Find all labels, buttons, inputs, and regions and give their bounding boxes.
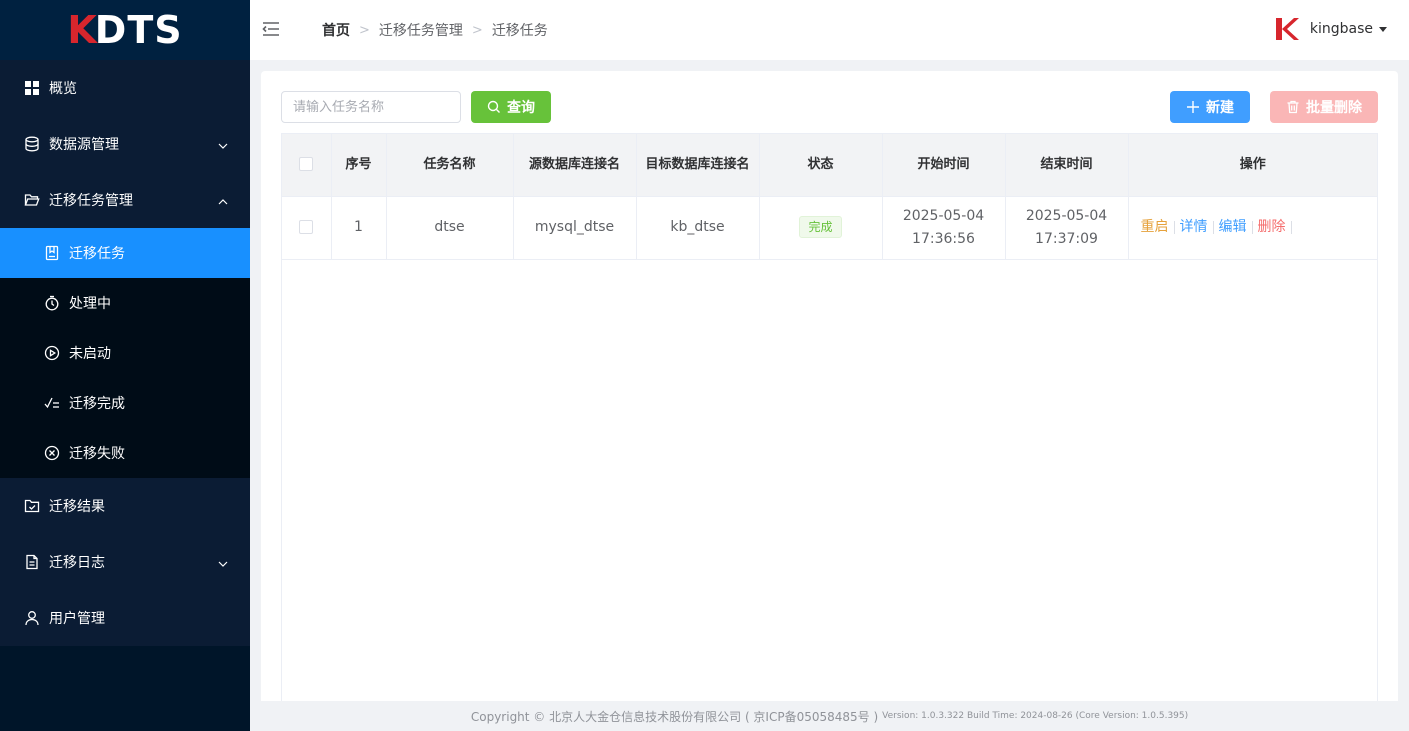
column-header: 序号 <box>331 134 387 197</box>
search-button[interactable]: 查询 <box>471 91 551 123</box>
action-divider <box>1173 220 1175 234</box>
breadcrumb-separator-icon: > <box>471 22 483 38</box>
table-row: 1 dtse mysql_dtse kb_dtse 完成 2025-05-04 … <box>282 196 1377 260</box>
task-table: 序号 任务名称 源数据库连接名 目标数据库连接名 状态 开始时间 结束时间 操作… <box>281 133 1378 731</box>
x-circle-icon <box>44 445 60 461</box>
sidebar-menu: 概览 数据源管理 迁移任务管理 迁移任务 处理中 未启动 迁移完成 迁移失败 迁… <box>0 60 250 646</box>
edit-link[interactable]: 编辑 <box>1219 219 1247 235</box>
logo-k: K <box>67 8 96 52</box>
sidebar-subitem-label: 未启动 <box>69 346 111 362</box>
sidebar-item-label: 数据源管理 <box>49 137 119 153</box>
sidebar-item-label: 迁移结果 <box>49 499 105 515</box>
sidebar-subitem-label: 迁移失败 <box>69 446 125 462</box>
version-text: Version: 1.0.3.322 Build Time: 2024-08-2… <box>882 711 1189 721</box>
cell-target-connection: kb_dtse <box>636 196 760 260</box>
check-list-icon <box>44 395 60 411</box>
content-card: 查询 新建 批量删除 序号 任务名称 源数据库连接名 目标数据库连 <box>261 71 1398 731</box>
caret-down-icon <box>1379 26 1387 32</box>
cell-start-time: 2025-05-04 17:36:56 <box>882 196 1006 260</box>
column-header: 状态 <box>759 134 883 197</box>
column-header: 任务名称 <box>386 134 514 197</box>
sidebar-item-datasource[interactable]: 数据源管理 <box>0 116 250 172</box>
database-icon <box>24 136 40 152</box>
sidebar-item-label: 迁移日志 <box>49 555 105 571</box>
sidebar-subitem-label: 迁移完成 <box>69 396 125 412</box>
grid-icon <box>24 80 40 96</box>
sidebar-subitem-failed[interactable]: 迁移失败 <box>0 428 250 478</box>
sidebar-item-users[interactable]: 用户管理 <box>0 590 250 646</box>
cell-index: 1 <box>331 196 387 260</box>
cell-actions: 重启 详情 编辑 删除 <box>1128 196 1377 260</box>
menu-fold-icon[interactable] <box>262 20 280 38</box>
delete-link[interactable]: 删除 <box>1258 219 1286 235</box>
search-icon <box>487 100 501 114</box>
column-header: 结束时间 <box>1005 134 1129 197</box>
user-menu[interactable]: kingbase <box>1272 15 1387 43</box>
cell-end-time: 2025-05-04 17:37:09 <box>1005 196 1129 260</box>
kingbase-logo-icon <box>1272 15 1300 43</box>
logo-text: DTS <box>94 8 183 52</box>
cell-source-connection: mysql_dtse <box>513 196 637 260</box>
plus-icon <box>1186 100 1200 114</box>
footer: Copyright © 北京人大金仓信息技术股份有限公司 ( 京ICP备0505… <box>250 701 1409 731</box>
sidebar: K DTS 概览 数据源管理 迁移任务管理 迁移任务 处理中 未启动 迁移完成 … <box>0 0 250 731</box>
breadcrumb-current: 迁移任务 <box>491 23 548 39</box>
sidebar-subitem-processing[interactable]: 处理中 <box>0 278 250 328</box>
new-button-label: 新建 <box>1206 100 1234 116</box>
app-logo[interactable]: K DTS <box>0 0 250 60</box>
action-divider <box>1212 220 1214 234</box>
select-all-cell <box>282 134 332 197</box>
breadcrumb-home[interactable]: 首页 <box>322 20 350 40</box>
batch-delete-button[interactable]: 批量删除 <box>1270 91 1378 123</box>
user-icon <box>24 610 40 626</box>
row-checkbox[interactable] <box>299 220 314 234</box>
play-circle-icon <box>44 345 60 361</box>
restart-link[interactable]: 重启 <box>1141 219 1169 235</box>
folder-check-icon <box>24 498 40 514</box>
table-header-row: 序号 任务名称 源数据库连接名 目标数据库连接名 状态 开始时间 结束时间 操作 <box>282 134 1377 197</box>
row-select-cell <box>282 196 332 260</box>
sidebar-subitem-not-started[interactable]: 未启动 <box>0 328 250 378</box>
sidebar-subitem-completed[interactable]: 迁移完成 <box>0 378 250 428</box>
folder-open-icon <box>24 192 40 208</box>
top-header: 首页 > 迁移任务管理 > 迁移任务 kingbase <box>250 0 1409 60</box>
chevron-up-icon <box>218 195 228 205</box>
sidebar-item-task-management[interactable]: 迁移任务管理 <box>0 172 250 228</box>
breadcrumb: 首页 > 迁移任务管理 > 迁移任务 <box>322 20 548 40</box>
detail-link[interactable]: 详情 <box>1180 219 1208 235</box>
document-icon <box>24 554 40 570</box>
sidebar-subitem-migration-task[interactable]: 迁移任务 <box>0 228 250 278</box>
breadcrumb-task-management[interactable]: 迁移任务管理 <box>379 20 463 40</box>
sidebar-item-results[interactable]: 迁移结果 <box>0 478 250 534</box>
column-header: 操作 <box>1128 134 1377 197</box>
username: kingbase <box>1309 21 1373 37</box>
status-badge: 完成 <box>799 216 842 238</box>
column-header: 开始时间 <box>882 134 1006 197</box>
new-task-button[interactable]: 新建 <box>1170 91 1250 123</box>
sidebar-item-overview[interactable]: 概览 <box>0 60 250 116</box>
cell-status: 完成 <box>759 196 883 260</box>
copyright-text: Copyright © 北京人大金仓信息技术股份有限公司 ( 京ICP备0505… <box>470 709 879 724</box>
chevron-down-icon <box>218 139 228 149</box>
breadcrumb-separator-icon: > <box>359 22 370 38</box>
sidebar-item-label: 用户管理 <box>49 611 105 627</box>
sidebar-item-label: 概览 <box>49 81 77 97</box>
action-divider <box>1290 220 1292 234</box>
sidebar-item-logs[interactable]: 迁移日志 <box>0 534 250 590</box>
column-header: 源数据库连接名 <box>513 134 637 197</box>
search-button-label: 查询 <box>507 100 535 116</box>
trash-icon <box>1286 100 1300 114</box>
sidebar-subitem-label: 迁移任务 <box>69 246 125 262</box>
select-all-checkbox[interactable] <box>299 157 314 172</box>
stopwatch-icon <box>44 295 60 311</box>
task-name-search-input[interactable] <box>281 91 461 123</box>
cell-task-name: dtse <box>386 196 514 260</box>
batch-delete-button-label: 批量删除 <box>1306 100 1362 116</box>
sidebar-item-label: 迁移任务管理 <box>49 193 133 209</box>
sidebar-subitem-label: 处理中 <box>69 296 111 312</box>
action-divider <box>1251 220 1253 234</box>
chevron-down-icon <box>218 557 228 567</box>
notebook-icon <box>44 245 60 261</box>
column-header: 目标数据库连接名 <box>636 134 760 197</box>
